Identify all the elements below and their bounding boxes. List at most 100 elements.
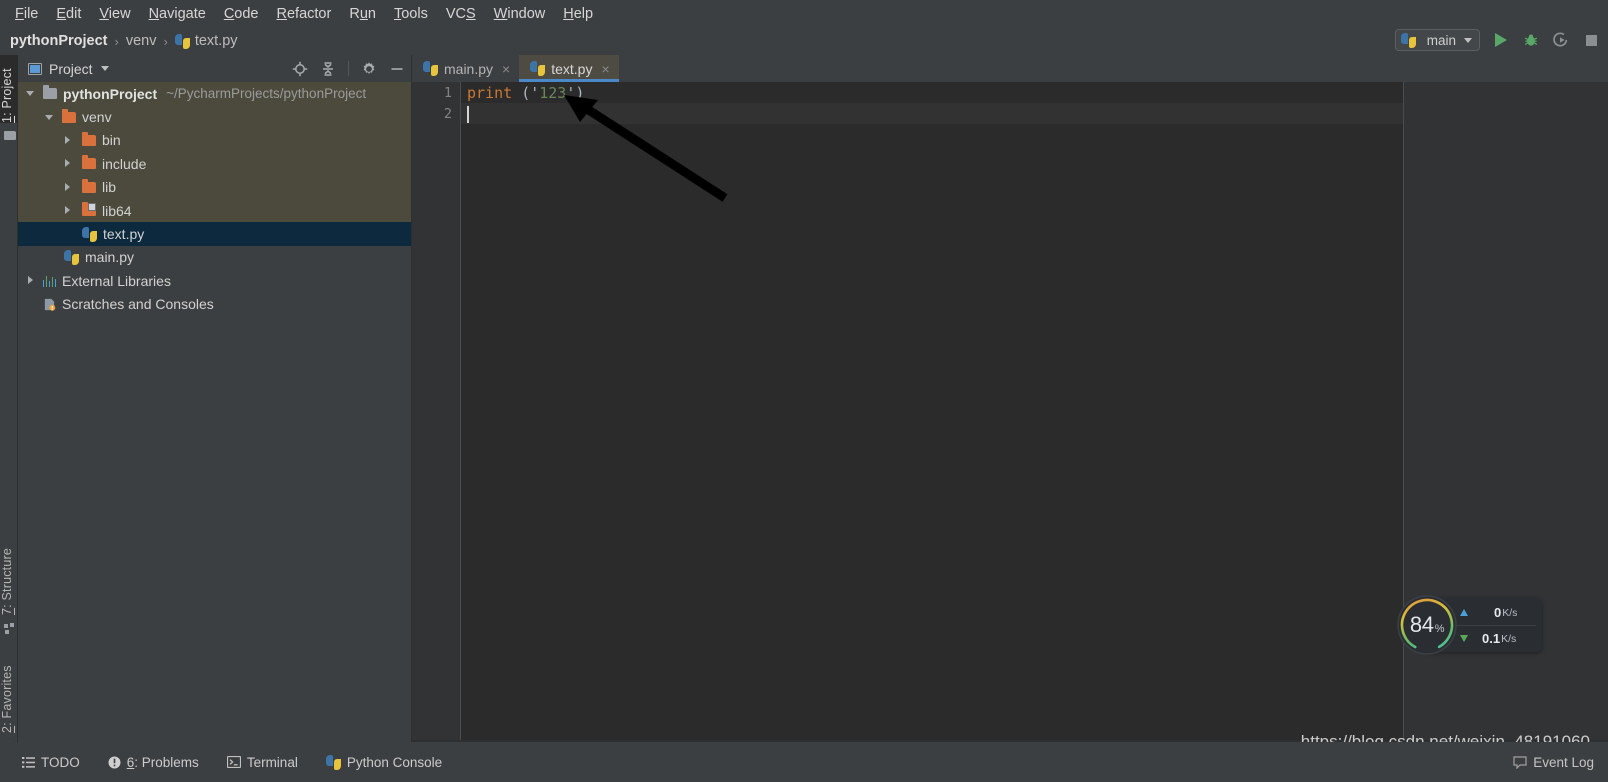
- upload-speed-unit: K/s: [1502, 606, 1518, 619]
- code-open-paren: (': [521, 84, 540, 102]
- breadcrumb-folder[interactable]: venv: [126, 33, 157, 49]
- chevron-down-icon[interactable]: [45, 113, 55, 122]
- stop-button[interactable]: [1582, 31, 1600, 49]
- chevron-right-icon[interactable]: [64, 206, 73, 215]
- cpu-percent-value: 84: [1409, 612, 1434, 637]
- breadcrumb-file[interactable]: text.py: [195, 33, 238, 49]
- tree-row-venv[interactable]: venv: [18, 105, 411, 129]
- breadcrumb: pythonProject › venv › text.py: [0, 27, 1608, 55]
- locate-target-icon[interactable]: [292, 61, 308, 77]
- editor-tab-bar: main.py × text.py ×: [412, 55, 1608, 82]
- menu-file[interactable]: File: [6, 2, 47, 26]
- run-triangle-icon: [1495, 33, 1507, 47]
- folder-orange-icon: [82, 178, 96, 193]
- minimize-icon[interactable]: [389, 61, 405, 77]
- pycharm-window: File Edit View Navigate Code Refactor Ru…: [0, 0, 1608, 782]
- python-config-icon: [1400, 32, 1416, 48]
- tree-row-include[interactable]: include: [18, 152, 411, 176]
- tree-label: bin: [102, 132, 121, 149]
- chevron-right-icon[interactable]: [27, 276, 36, 285]
- debug-button[interactable]: [1522, 31, 1540, 49]
- run-configuration-selector[interactable]: main: [1394, 29, 1480, 51]
- text-caret: [467, 106, 469, 123]
- libraries-icon: [43, 275, 57, 287]
- chevron-right-icon[interactable]: [64, 135, 73, 145]
- python-console-icon: [325, 754, 341, 770]
- sidebar-tab-structure[interactable]: 7: Structure: [0, 531, 18, 615]
- status-label: Terminal: [246, 754, 298, 770]
- tree-label: lib64: [102, 202, 132, 219]
- project-window-icon: [28, 62, 42, 75]
- tree-row-pythonproject[interactable]: pythonProject ~/PycharmProjects/pythonPr…: [18, 82, 411, 106]
- breadcrumb-project[interactable]: pythonProject: [10, 33, 107, 49]
- editor-tab-label: main.py: [444, 60, 494, 77]
- menu-edit[interactable]: Edit: [47, 2, 90, 26]
- status-item-todo[interactable]: TODO: [22, 755, 80, 770]
- tree-row-main-py[interactable]: main.py: [18, 246, 411, 269]
- settings-gear-icon[interactable]: [361, 61, 377, 77]
- status-item-problems[interactable]: 6: Problems: [108, 755, 199, 770]
- chevron-down-icon[interactable]: [100, 66, 109, 71]
- tree-row-text-py[interactable]: text.py: [18, 222, 411, 246]
- tree-label: Scratches and Consoles: [62, 296, 214, 313]
- menu-window[interactable]: Window: [485, 2, 555, 26]
- system-monitor-widget[interactable]: 84% 0 K/s 0.1 K/s: [1396, 594, 1542, 656]
- python-file-icon: [530, 61, 546, 76]
- problems-warning-icon: [108, 756, 121, 768]
- sidebar-tab-favorites[interactable]: 2: Favorites: [0, 649, 18, 733]
- status-item-terminal[interactable]: Terminal: [226, 754, 298, 770]
- project-panel-title: Project: [49, 60, 93, 77]
- menu-vcs[interactable]: VCS: [437, 2, 485, 26]
- close-icon[interactable]: ×: [601, 61, 609, 77]
- breadcrumb-separator-2: ›: [163, 33, 168, 49]
- chevron-down-icon: [1464, 37, 1472, 43]
- arrow-down-icon: [1460, 635, 1468, 642]
- tree-row-bin[interactable]: bin: [18, 128, 411, 153]
- tree-row-scratches[interactable]: Scratches and Consoles: [18, 293, 411, 316]
- folder-orange-link-icon: [82, 202, 96, 217]
- chevron-right-icon[interactable]: [64, 182, 73, 192]
- code-line-1: print ('123'): [467, 84, 584, 102]
- chevron-right-icon[interactable]: [64, 159, 73, 168]
- menu-tools[interactable]: Tools: [385, 2, 437, 26]
- run-button[interactable]: [1492, 31, 1510, 49]
- python-file-icon: [64, 249, 79, 265]
- event-log-balloon-icon: [1513, 755, 1527, 769]
- structure-icon: [4, 623, 14, 634]
- tree-row-external-libraries[interactable]: External Libraries: [18, 269, 411, 292]
- arrow-up-icon: [1460, 609, 1468, 616]
- run-with-coverage-button[interactable]: [1552, 31, 1570, 49]
- tree-row-lib64[interactable]: lib64: [18, 198, 411, 223]
- current-line-highlight: [461, 103, 1403, 124]
- left-tool-stripe: 1: Project 7: Structure 2: Favorites: [0, 55, 18, 782]
- line-number-gutter: 1 2: [412, 82, 460, 742]
- close-icon[interactable]: ×: [502, 61, 510, 77]
- event-log-button[interactable]: Event Log: [1513, 742, 1594, 782]
- editor-tab-text-py[interactable]: text.py ×: [519, 55, 620, 82]
- folder-orange-icon: [62, 108, 76, 123]
- menu-help[interactable]: Help: [554, 2, 602, 26]
- sidebar-tab-project[interactable]: 1: Project: [0, 55, 18, 123]
- menu-navigate[interactable]: Navigate: [140, 2, 215, 26]
- menu-code[interactable]: Code: [215, 2, 268, 26]
- menu-refactor[interactable]: Refactor: [268, 2, 341, 26]
- python-file-icon: [174, 33, 190, 49]
- upload-speed-row: 0 K/s: [1460, 605, 1517, 620]
- status-label-rest: : Problems: [134, 754, 199, 770]
- editor-tab-main-py[interactable]: main.py ×: [412, 55, 519, 82]
- project-tool-window: Project pythonProject ~/PycharmProjects/…: [18, 55, 412, 742]
- status-item-python-console[interactable]: Python Console: [325, 754, 442, 770]
- download-speed-row: 0.1 K/s: [1460, 631, 1516, 646]
- code-string: 123: [539, 84, 567, 102]
- menu-view[interactable]: View: [90, 2, 139, 26]
- cpu-percent-readout: 84%: [1396, 594, 1458, 656]
- collapse-all-icon[interactable]: [320, 61, 336, 77]
- tree-row-lib[interactable]: lib: [18, 175, 411, 199]
- chevron-down-icon[interactable]: [26, 89, 36, 98]
- project-tree: pythonProject ~/PycharmProjects/pythonPr…: [18, 82, 411, 316]
- folder-orange-icon: [82, 131, 96, 146]
- menu-run[interactable]: Run: [340, 2, 385, 26]
- debug-bug-icon: [1524, 34, 1538, 46]
- status-label: 6: Problems: [127, 755, 199, 770]
